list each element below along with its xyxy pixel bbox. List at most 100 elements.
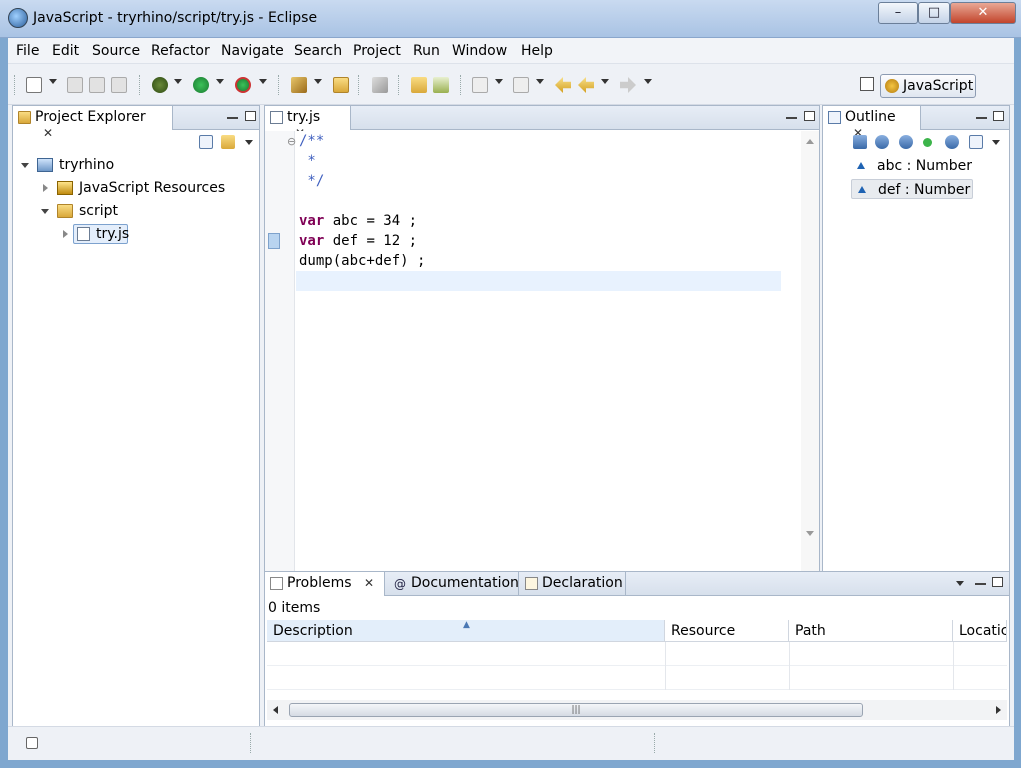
next-annotation-icon[interactable] [472, 77, 488, 93]
menu-navigate[interactable]: Navigate [221, 43, 284, 59]
expand-arrow-icon[interactable] [21, 163, 29, 168]
collapse-arrow-icon[interactable] [43, 184, 48, 192]
next-annotation-dropdown-icon[interactable] [495, 79, 503, 84]
menu-refactor[interactable]: Refactor [151, 43, 210, 59]
expand-arrow-icon[interactable] [41, 209, 49, 214]
hide-non-public-icon[interactable] [923, 138, 932, 147]
print-icon[interactable] [111, 77, 127, 93]
tree-item-script[interactable]: script [41, 201, 191, 221]
hide-static-icon[interactable] [899, 135, 913, 149]
run-dropdown-icon[interactable] [216, 79, 224, 84]
column-header-location[interactable]: Locatic [953, 620, 1007, 642]
problems-horizontal-scrollbar[interactable]: ||| [267, 700, 1007, 720]
external-tools-icon[interactable] [235, 77, 251, 93]
new-dropdown-icon[interactable] [49, 79, 57, 84]
tab-project-explorer[interactable]: Project Explorer ✕ [13, 106, 173, 140]
scroll-left-icon[interactable] [273, 706, 278, 714]
toolbar-separator [278, 75, 279, 95]
code-editor[interactable]: ⊖ /** * */ var abc = 34 ; var def = 12 ;… [265, 131, 819, 601]
close-tab-icon[interactable]: ✕ [43, 126, 53, 140]
link-with-editor-icon[interactable] [221, 135, 235, 149]
menu-edit[interactable]: Edit [52, 43, 79, 59]
editor-vertical-scrollbar[interactable] [801, 131, 819, 581]
tab-documentation[interactable]: @ Documentation [389, 572, 519, 596]
debug-dropdown-icon[interactable] [174, 79, 182, 84]
close-tab-icon[interactable]: ✕ [364, 576, 374, 590]
back-dropdown-icon[interactable] [601, 79, 609, 84]
menu-run[interactable]: Run [413, 43, 440, 59]
previous-annotation-dropdown-icon[interactable] [536, 79, 544, 84]
code-text: abc = 34 ; [324, 213, 418, 229]
scrollbar-thumb[interactable]: ||| [289, 703, 863, 717]
tab-problems[interactable]: Problems ✕ [265, 572, 385, 596]
outline-item-abc[interactable]: abc : Number [851, 156, 974, 176]
maximize-view-icon[interactable] [993, 111, 1004, 121]
open-type-icon[interactable] [291, 77, 307, 93]
problems-icon [270, 577, 283, 590]
minimize-view-icon[interactable] [786, 115, 797, 119]
minimize-view-icon[interactable] [976, 115, 987, 119]
open-perspective-icon[interactable] [860, 77, 874, 91]
hide-fields-icon[interactable] [875, 135, 889, 149]
menu-window[interactable]: Window [452, 43, 507, 59]
collapse-arrow-icon[interactable] [63, 230, 68, 238]
maximize-button[interactable]: □ [918, 2, 950, 24]
menu-source[interactable]: Source [92, 43, 140, 59]
perspective-javascript-button[interactable]: JavaScript [880, 74, 976, 98]
close-button[interactable]: ✕ [950, 2, 1016, 24]
previous-annotation-icon[interactable] [513, 77, 529, 93]
tab-outline[interactable]: Outline ✕ [823, 106, 921, 140]
column-header-path[interactable]: Path [789, 620, 953, 642]
run-icon[interactable] [193, 77, 209, 93]
back-icon[interactable] [578, 77, 594, 93]
column-header-description[interactable]: Description ▲ [267, 620, 665, 642]
open-type-dropdown-icon[interactable] [314, 79, 322, 84]
save-all-icon[interactable] [89, 77, 105, 93]
maximize-view-icon[interactable] [804, 111, 815, 121]
column-header-resource[interactable]: Resource [665, 620, 789, 642]
code-line-6: var def = 12 ; [299, 231, 417, 251]
scroll-up-icon[interactable] [806, 139, 814, 144]
hide-local-types-icon[interactable] [945, 135, 959, 149]
menu-file[interactable]: File [16, 43, 39, 59]
fast-view-icon[interactable] [26, 737, 38, 749]
maximize-view-icon[interactable] [245, 111, 256, 121]
outline-icon [828, 111, 841, 124]
last-edit-icon[interactable] [555, 77, 571, 93]
tree-item-try-js[interactable]: try.js [61, 224, 151, 244]
tab-try-js[interactable]: try.js ✕ [265, 106, 351, 140]
debug-icon[interactable] [152, 77, 168, 93]
minimize-view-icon[interactable] [227, 115, 238, 119]
tree-item-javascript-resources[interactable]: JavaScript Resources [41, 178, 251, 198]
view-menu-icon[interactable] [245, 140, 253, 145]
sort-icon[interactable] [853, 135, 867, 149]
forward-icon[interactable] [620, 77, 636, 93]
open-folder-icon[interactable] [333, 77, 349, 93]
fold-toggle-icon[interactable]: ⊖ [287, 135, 296, 148]
declaration-icon [525, 577, 538, 590]
menu-project[interactable]: Project [353, 43, 401, 59]
collapse-all-icon[interactable] [969, 135, 983, 149]
minimize-button[interactable]: – [878, 2, 918, 24]
edit-icon[interactable] [372, 77, 388, 93]
outline-panel: Outline ✕ abc : Number def : Number [822, 105, 1010, 602]
new-icon[interactable] [26, 77, 42, 93]
minimize-view-icon[interactable] [975, 581, 986, 585]
tab-declaration[interactable]: Declaration [520, 572, 626, 596]
collapse-all-icon[interactable] [199, 135, 213, 149]
new-folder-icon[interactable] [411, 77, 427, 93]
tree-item-tryrhino[interactable]: tryrhino [21, 155, 221, 175]
menu-help[interactable]: Help [521, 43, 553, 59]
view-menu-icon[interactable] [992, 140, 1000, 145]
view-menu-icon[interactable] [956, 581, 964, 586]
outline-item-def[interactable]: def : Number [851, 179, 974, 199]
new-js-icon[interactable] [433, 77, 449, 93]
project-explorer-panel: Project Explorer ✕ tryrhino JavaScript R… [12, 105, 260, 727]
save-icon[interactable] [67, 77, 83, 93]
scroll-right-icon[interactable] [996, 706, 1001, 714]
maximize-view-icon[interactable] [992, 577, 1003, 587]
forward-dropdown-icon[interactable] [644, 79, 652, 84]
menu-search[interactable]: Search [294, 43, 342, 59]
external-tools-dropdown-icon[interactable] [259, 79, 267, 84]
scroll-down-icon[interactable] [806, 531, 814, 536]
